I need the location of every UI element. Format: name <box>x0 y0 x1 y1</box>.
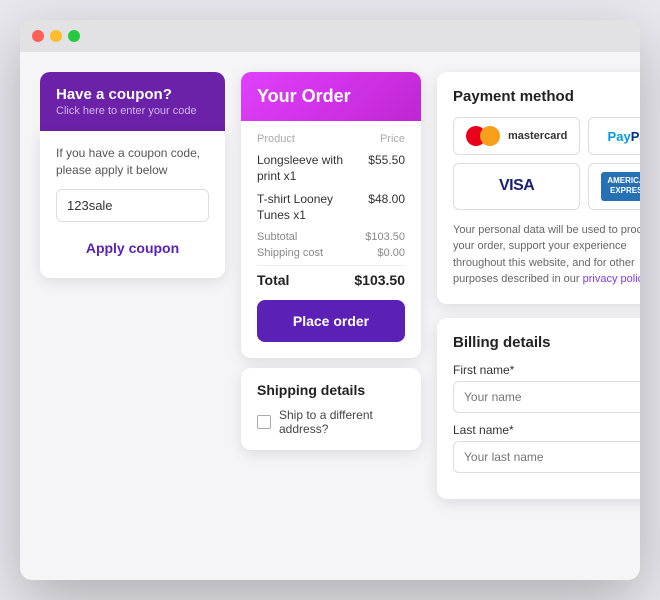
close-dot[interactable] <box>32 30 44 42</box>
order-item-1: Longsleeve with print x1 $55.50 <box>257 153 405 184</box>
paypal-pay-text: Pay <box>608 129 631 144</box>
mc-orange-circle <box>480 126 500 146</box>
first-name-field: First name* <box>453 363 640 413</box>
billing-card: Billing details First name* Last name* <box>437 318 640 499</box>
visa-button[interactable]: VISA <box>453 163 580 210</box>
shipping-title: Shipping details <box>257 382 405 398</box>
coupon-input[interactable] <box>56 189 209 222</box>
order-body: Product Price Longsleeve with print x1 $… <box>241 121 421 358</box>
order-item-2-name: T-shirt Looney Tunes x1 <box>257 192 368 223</box>
payment-methods-grid: mastercard PayPal VISA AMERICANEXPRESS <box>453 117 640 210</box>
coupon-panel: Have a coupon? Click here to enter your … <box>40 72 225 560</box>
browser-content: Have a coupon? Click here to enter your … <box>20 52 640 580</box>
order-panel: Your Order Product Price Longsleeve with… <box>241 72 421 560</box>
payment-privacy-text: Your personal data will be used to proce… <box>453 222 640 288</box>
apply-coupon-button[interactable]: Apply coupon <box>56 232 209 264</box>
visa-logo: VISA <box>499 177 534 195</box>
first-name-label: First name* <box>453 363 640 377</box>
order-item-2-price: $48.00 <box>368 192 405 206</box>
maximize-dot[interactable] <box>68 30 80 42</box>
order-item-1-name: Longsleeve with print x1 <box>257 153 368 184</box>
amex-button[interactable]: AMERICANEXPRESS <box>588 163 640 210</box>
coupon-header-subtitle: Click here to enter your code <box>56 105 209 117</box>
billing-title: Billing details <box>453 334 640 351</box>
subtotal-value: $103.50 <box>365 231 405 243</box>
coupon-header-title: Have a coupon? <box>56 86 209 103</box>
order-item-1-price: $55.50 <box>368 153 405 167</box>
shipping-different-address-checkbox[interactable] <box>257 415 271 429</box>
right-panel: Payment method mastercard PayPal <box>437 72 640 560</box>
mastercard-logo: mastercard <box>466 126 567 146</box>
mastercard-text: mastercard <box>508 130 567 142</box>
order-column-headers: Product Price <box>257 133 405 145</box>
price-col-header: Price <box>380 133 405 145</box>
product-col-header: Product <box>257 133 295 145</box>
paypal-logo: PayPal <box>608 129 640 144</box>
minimize-dot[interactable] <box>50 30 62 42</box>
order-item-2: T-shirt Looney Tunes x1 $48.00 <box>257 192 405 223</box>
coupon-body: If you have a coupon code, please apply … <box>40 131 225 278</box>
subtotal-label: Subtotal <box>257 231 297 243</box>
subtotal-row: Subtotal $103.50 <box>257 231 405 243</box>
order-card: Your Order Product Price Longsleeve with… <box>241 72 421 358</box>
last-name-input[interactable] <box>453 441 640 473</box>
mastercard-button[interactable]: mastercard <box>453 117 580 155</box>
payment-title: Payment method <box>453 88 640 105</box>
shipping-different-address-row[interactable]: Ship to a different address? <box>257 408 405 436</box>
place-order-button[interactable]: Place order <box>257 300 405 342</box>
last-name-label: Last name* <box>453 423 640 437</box>
total-label: Total <box>257 272 289 288</box>
browser-toolbar <box>20 20 640 52</box>
coupon-body-text: If you have a coupon code, please apply … <box>56 145 209 179</box>
browser-window: Have a coupon? Click here to enter your … <box>20 20 640 580</box>
shipping-label: Shipping cost <box>257 247 323 259</box>
paypal-button[interactable]: PayPal <box>588 117 640 155</box>
shipping-value: $0.00 <box>377 247 405 259</box>
coupon-header: Have a coupon? Click here to enter your … <box>40 72 225 131</box>
privacy-policy-link[interactable]: privacy policy. <box>583 273 640 285</box>
amex-logo: AMERICANEXPRESS <box>601 172 640 201</box>
last-name-field: Last name* <box>453 423 640 473</box>
total-value: $103.50 <box>354 272 405 288</box>
payment-card: Payment method mastercard PayPal <box>437 72 640 304</box>
paypal-pal-text: Pal <box>631 129 640 144</box>
shipping-row: Shipping cost $0.00 <box>257 247 405 259</box>
shipping-checkbox-label: Ship to a different address? <box>279 408 405 436</box>
shipping-card: Shipping details Ship to a different add… <box>241 368 421 450</box>
first-name-input[interactable] <box>453 381 640 413</box>
total-row: Total $103.50 <box>257 265 405 288</box>
order-header: Your Order <box>241 72 421 121</box>
